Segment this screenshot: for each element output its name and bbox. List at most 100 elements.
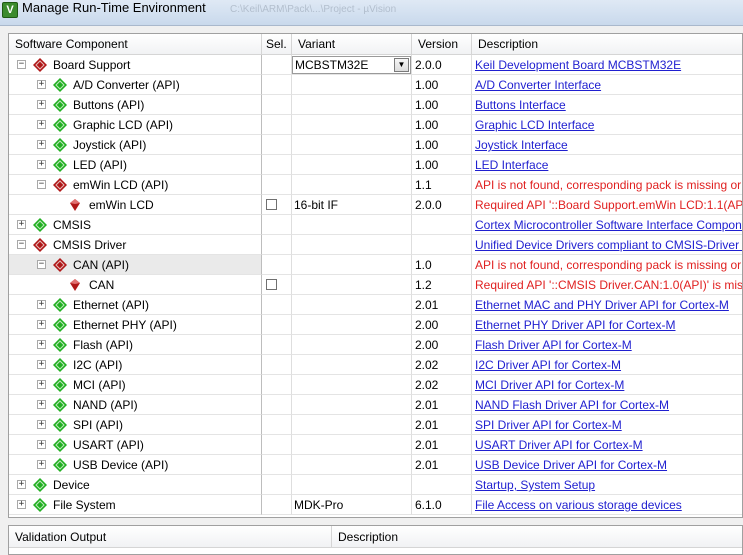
expand-icon[interactable]: +: [37, 440, 46, 449]
description-cell[interactable]: USB Device Driver API for Cortex-M: [472, 455, 742, 475]
expand-icon[interactable]: +: [37, 160, 46, 169]
select-checkbox[interactable]: [266, 199, 277, 210]
expand-icon[interactable]: +: [37, 340, 46, 349]
variant-select[interactable]: MCBSTM32E ▼: [292, 56, 411, 74]
description-cell[interactable]: SPI Driver API for Cortex-M: [472, 415, 742, 435]
description-link[interactable]: Buttons Interface: [475, 98, 566, 112]
description-link[interactable]: A/D Converter Interface: [475, 78, 601, 92]
description-link[interactable]: SPI Driver API for Cortex-M: [475, 418, 622, 432]
component-row[interactable]: + USB Device (API) 2.01 USB Device Driver A…: [9, 455, 742, 475]
description-cell[interactable]: NAND Flash Driver API for Cortex-M: [472, 395, 742, 415]
component-row[interactable]: + File System MDK-Pro 6.1.0 File Access on v…: [9, 495, 742, 515]
description-link[interactable]: Joystick Interface: [475, 138, 568, 152]
description-link[interactable]: LED Interface: [475, 158, 548, 172]
column-header-version[interactable]: Version: [412, 34, 472, 55]
description-link[interactable]: Startup, System Setup: [475, 478, 595, 492]
expand-icon[interactable]: +: [37, 320, 46, 329]
expand-icon[interactable]: +: [17, 480, 26, 489]
sel-cell[interactable]: [262, 275, 292, 295]
description-link[interactable]: MCI Driver API for Cortex-M: [475, 378, 624, 392]
variant-cell[interactable]: MCBSTM32E ▼: [292, 55, 412, 75]
component-row[interactable]: + NAND (API) 2.01 NAND Flash Driver API for…: [9, 395, 742, 415]
description-link[interactable]: USB Device Driver API for Cortex-M: [475, 458, 667, 472]
column-header-component[interactable]: Software Component: [9, 34, 262, 55]
collapse-icon[interactable]: −: [37, 260, 46, 269]
component-row[interactable]: − CAN (API) 1.0 API is not found, correspon…: [9, 255, 742, 275]
description-link[interactable]: Ethernet MAC and PHY Driver API for Cort…: [475, 298, 729, 312]
description-link[interactable]: File Access on various storage devices: [475, 498, 682, 512]
component-cell: + MCI (API): [9, 375, 262, 395]
description-link[interactable]: I2C Driver API for Cortex-M: [475, 358, 621, 372]
component-row[interactable]: + CMSIS Cortex Microcontroller Software In…: [9, 215, 742, 235]
component-row[interactable]: − CMSIS Driver Unified Device Drivers comp…: [9, 235, 742, 255]
description-cell[interactable]: Joystick Interface: [472, 135, 742, 155]
description-cell[interactable]: Ethernet MAC and PHY Driver API for Cort…: [472, 295, 742, 315]
expand-icon[interactable]: +: [37, 80, 46, 89]
component-row[interactable]: + Graphic LCD (API) 1.00 Graphic LCD Interf…: [9, 115, 742, 135]
description-link[interactable]: USART Driver API for Cortex-M: [475, 438, 643, 452]
component-row[interactable]: + MCI (API) 2.02 MCI Driver API for Cortex-…: [9, 375, 742, 395]
variant-cell: [292, 315, 412, 335]
description-link[interactable]: Flash Driver API for Cortex-M: [475, 338, 632, 352]
collapse-icon[interactable]: −: [37, 180, 46, 189]
validation-description-header[interactable]: Description: [332, 526, 742, 548]
description-cell[interactable]: Startup, System Setup: [472, 475, 742, 495]
component-row[interactable]: + LED (API) 1.00 LED Interface: [9, 155, 742, 175]
description-link[interactable]: NAND Flash Driver API for Cortex-M: [475, 398, 669, 412]
expand-icon[interactable]: +: [37, 120, 46, 129]
description-cell[interactable]: I2C Driver API for Cortex-M: [472, 355, 742, 375]
component-row[interactable]: + Flash (API) 2.00 Flash Driver API for Cor…: [9, 335, 742, 355]
expand-icon[interactable]: +: [37, 460, 46, 469]
version-cell: 2.0.0: [412, 55, 472, 75]
component-row[interactable]: CAN 1.2 Required API '::CMSIS Driver.CAN:1…: [9, 275, 742, 295]
column-header-sel[interactable]: Sel.: [262, 34, 292, 55]
description-cell[interactable]: Cortex Microcontroller Software Interfac…: [472, 215, 742, 235]
component-row[interactable]: + Ethernet (API) 2.01 Ethernet MAC and PHY …: [9, 295, 742, 315]
component-row[interactable]: emWin LCD 16-bit IF 2.0.0 Required API '::B…: [9, 195, 742, 215]
description-cell[interactable]: Buttons Interface: [472, 95, 742, 115]
expand-icon[interactable]: +: [17, 500, 26, 509]
component-cell: + Ethernet PHY (API): [9, 315, 262, 335]
component-row[interactable]: + Ethernet PHY (API) 2.00 Ethernet PHY Driv…: [9, 315, 742, 335]
description-link[interactable]: Cortex Microcontroller Software Interfac…: [475, 218, 742, 232]
description-cell[interactable]: Unified Device Drivers compliant to CMSI…: [472, 235, 742, 255]
component-row[interactable]: + I2C (API) 2.02 I2C Driver API for Cortex-…: [9, 355, 742, 375]
description-cell[interactable]: Flash Driver API for Cortex-M: [472, 335, 742, 355]
expand-icon[interactable]: +: [37, 380, 46, 389]
component-row[interactable]: + USART (API) 2.01 USART Driver API for Cor…: [9, 435, 742, 455]
component-row[interactable]: + A/D Converter (API) 1.00 A/D Converter In…: [9, 75, 742, 95]
description-cell[interactable]: A/D Converter Interface: [472, 75, 742, 95]
description-link[interactable]: Unified Device Drivers compliant to CMSI…: [475, 238, 742, 252]
expand-icon[interactable]: +: [37, 140, 46, 149]
column-header-variant[interactable]: Variant: [292, 34, 412, 55]
expand-icon[interactable]: +: [37, 300, 46, 309]
validation-output-header[interactable]: Validation Output: [9, 526, 332, 548]
description-cell[interactable]: Ethernet PHY Driver API for Cortex-M: [472, 315, 742, 335]
collapse-icon[interactable]: −: [17, 240, 26, 249]
expand-icon[interactable]: +: [37, 360, 46, 369]
description-cell[interactable]: Graphic LCD Interface: [472, 115, 742, 135]
component-row[interactable]: − emWin LCD (API) 1.1 API is not found, cor…: [9, 175, 742, 195]
description-cell[interactable]: MCI Driver API for Cortex-M: [472, 375, 742, 395]
expand-icon[interactable]: +: [37, 400, 46, 409]
expand-icon[interactable]: +: [37, 100, 46, 109]
component-row[interactable]: + SPI (API) 2.01 SPI Driver API for Cortex-…: [9, 415, 742, 435]
chevron-down-icon[interactable]: ▼: [394, 58, 409, 72]
component-row[interactable]: − Board Support MCBSTM32E ▼ 2.0.0 Keil Develo…: [9, 55, 742, 75]
component-row[interactable]: + Joystick (API) 1.00 Joystick Interface: [9, 135, 742, 155]
description-cell[interactable]: Keil Development Board MCBSTM32E: [472, 55, 742, 75]
column-header-description[interactable]: Description: [472, 34, 742, 55]
description-cell[interactable]: USART Driver API for Cortex-M: [472, 435, 742, 455]
collapse-icon[interactable]: −: [17, 60, 26, 69]
description-link[interactable]: Graphic LCD Interface: [475, 118, 594, 132]
select-checkbox[interactable]: [266, 279, 277, 290]
description-link[interactable]: Ethernet PHY Driver API for Cortex-M: [475, 318, 676, 332]
description-cell[interactable]: LED Interface: [472, 155, 742, 175]
expand-icon[interactable]: +: [17, 220, 26, 229]
component-row[interactable]: + Buttons (API) 1.00 Buttons Interface: [9, 95, 742, 115]
expand-icon[interactable]: +: [37, 420, 46, 429]
description-link[interactable]: Keil Development Board MCBSTM32E: [475, 58, 681, 72]
sel-cell[interactable]: [262, 195, 292, 215]
description-cell[interactable]: File Access on various storage devices: [472, 495, 742, 515]
component-row[interactable]: + Device Startup, System Setup: [9, 475, 742, 495]
